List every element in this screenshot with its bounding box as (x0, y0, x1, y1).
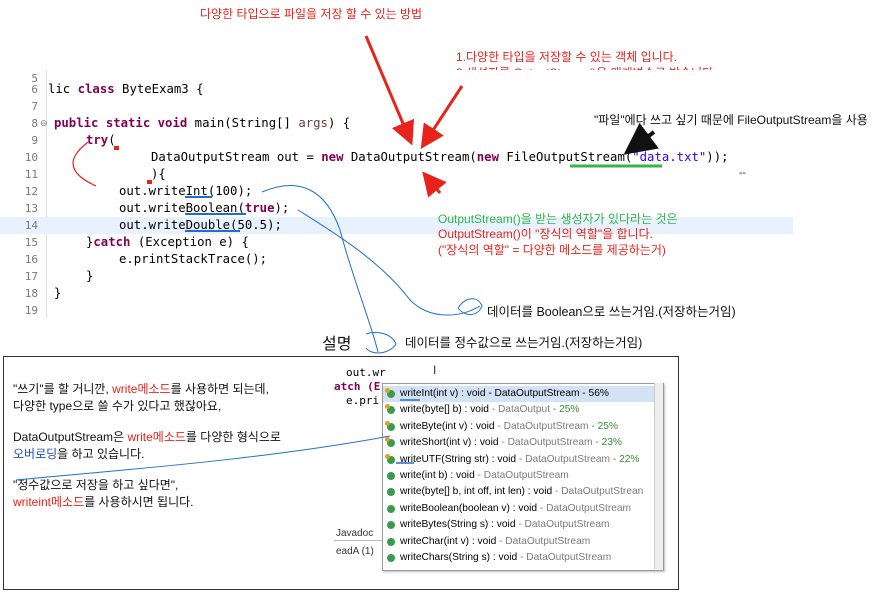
red-arrow-from-decorator (422, 171, 447, 198)
blue-curve-overloading (15, 435, 391, 481)
blue-curve-int (261, 185, 379, 353)
red-arrow-from-note (420, 85, 464, 150)
blue-curve-boolean (297, 209, 481, 316)
annotation-overlay (15, 35, 662, 481)
red-arrow-from-title (364, 35, 415, 146)
red-bracket-curve (72, 141, 97, 187)
black-arrow-file (623, 122, 659, 155)
